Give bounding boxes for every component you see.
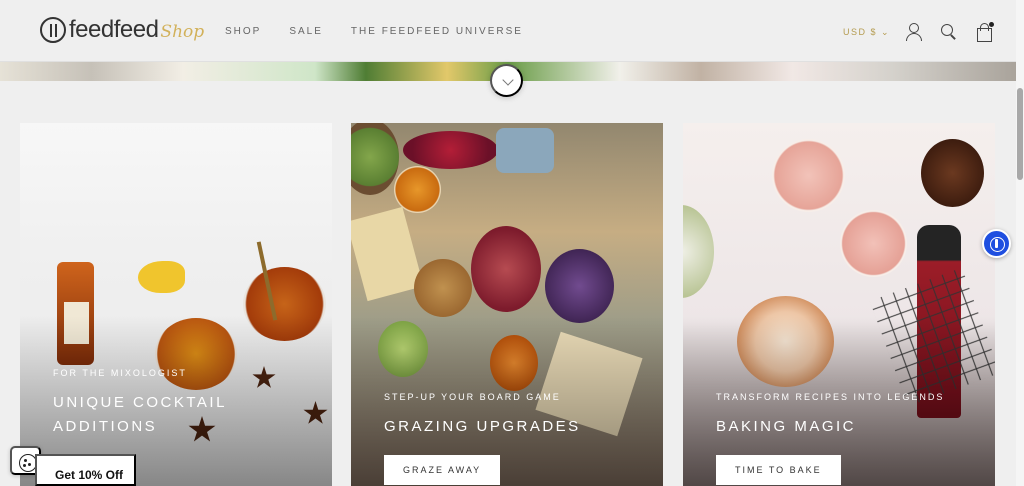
logo-shop-text: Shop xyxy=(160,22,205,42)
baking-card[interactable]: TRANSFORM RECIPES INTO LEGENDS BAKING MA… xyxy=(683,123,995,486)
card-copy: FOR THE MIXOLOGIST UNIQUE COCKTAIL ADDIT… xyxy=(53,368,227,439)
nav-feedfeed-universe[interactable]: THE FEEDFEED UNIVERSE xyxy=(351,26,523,37)
discount-popup-button[interactable]: Get 10% Off xyxy=(35,454,136,486)
card-title-line2: ADDITIONS xyxy=(53,418,158,435)
time-to-bake-button[interactable]: TIME TO BAKE xyxy=(716,455,841,485)
nav-sale[interactable]: SALE xyxy=(289,26,323,37)
site-header: feedfeed Shop SHOP SALE THE FEEDFEED UNI… xyxy=(0,0,1016,62)
crackers-image xyxy=(414,259,472,317)
cart-indicator xyxy=(989,22,994,27)
cupcake-image xyxy=(772,139,845,212)
account-icon[interactable] xyxy=(905,23,922,41)
card-eyebrow: STEP-UP YOUR BOARD GAME xyxy=(384,392,561,402)
berry-cluster-image xyxy=(403,131,498,169)
olive-bowl-image xyxy=(351,123,399,195)
mixologist-card[interactable]: FOR THE MIXOLOGIST UNIQUE COCKTAIL ADDIT… xyxy=(20,123,332,486)
cheese-wedge-image xyxy=(351,206,424,302)
lemon-image xyxy=(138,261,185,293)
honey-jar-image xyxy=(394,166,441,213)
card-title: GRAZING UPGRADES xyxy=(384,418,581,435)
accessibility-icon[interactable] xyxy=(982,229,1011,258)
salami-image xyxy=(471,226,541,312)
grapes-image xyxy=(545,249,614,323)
scrollbar-thumb[interactable] xyxy=(1017,88,1023,180)
card-title-line1: UNIQUE COCKTAIL xyxy=(53,394,227,411)
page-scrollbar[interactable] xyxy=(1016,0,1024,486)
card-copy: STEP-UP YOUR BOARD GAME GRAZING UPGRADES… xyxy=(384,392,581,485)
chevron-down-icon: ⌄ xyxy=(881,27,891,37)
logo-icon xyxy=(40,17,66,43)
plate-image xyxy=(683,205,714,298)
card-eyebrow: FOR THE MIXOLOGIST xyxy=(53,368,187,378)
card-title: BAKING MAGIC xyxy=(716,418,857,435)
chocolate-cupcake-image xyxy=(921,139,984,207)
header-actions xyxy=(905,22,994,42)
scroll-down-button[interactable] xyxy=(490,64,523,97)
cupcake-image xyxy=(840,210,907,277)
feedfeed-logo[interactable]: feedfeed Shop xyxy=(40,16,204,44)
blue-cheese-image xyxy=(496,128,554,173)
search-icon[interactable] xyxy=(940,23,957,40)
nav-shop[interactable]: SHOP xyxy=(225,26,261,37)
currency-label: USD $ xyxy=(843,27,878,37)
currency-selector[interactable]: USD $ ⌄ xyxy=(843,27,890,38)
grazing-card[interactable]: STEP-UP YOUR BOARD GAME GRAZING UPGRADES… xyxy=(351,123,663,486)
logo-text: feedfeed xyxy=(69,16,159,43)
main-navigation: SHOP SALE THE FEEDFEED UNIVERSE xyxy=(225,26,523,37)
card-copy: TRANSFORM RECIPES INTO LEGENDS BAKING MA… xyxy=(716,392,944,485)
card-eyebrow: TRANSFORM RECIPES INTO LEGENDS xyxy=(716,392,945,402)
cart-icon[interactable] xyxy=(975,22,994,42)
graze-away-button[interactable]: GRAZE AWAY xyxy=(384,455,501,485)
